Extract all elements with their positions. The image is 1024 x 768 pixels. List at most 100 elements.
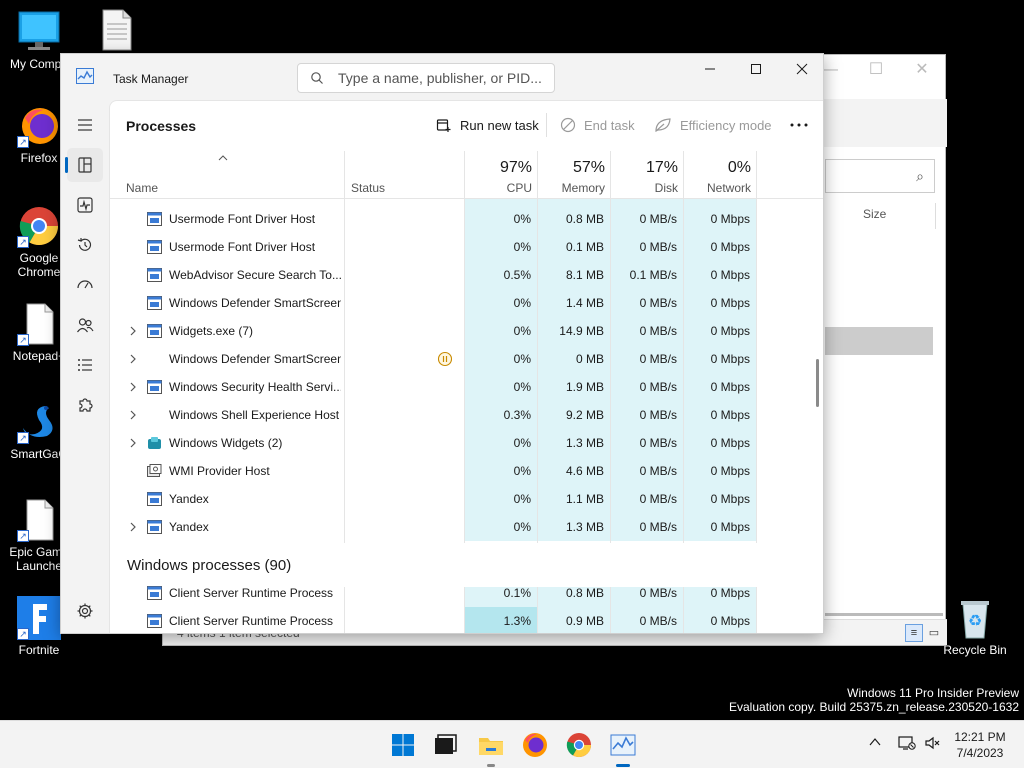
nav-startup-apps[interactable] (67, 268, 103, 302)
nav-services[interactable] (67, 388, 103, 422)
volume-button[interactable] (924, 735, 940, 754)
network-value: 0 Mbps (710, 520, 750, 534)
tiles-view-icon[interactable]: ▭ (925, 624, 943, 642)
efficiency-mode-button[interactable]: Efficiency mode (654, 117, 772, 133)
table-row[interactable]: Windows Widgets (2) 0% 1.3 MB 0 MB/s 0 Mbps (110, 429, 810, 457)
table-row[interactable]: Widgets.exe (7) 0% 14.9 MB 0 MB/s 0 Mbps (110, 317, 810, 345)
desktop-icon-recycle-bin[interactable]: ♻ Recycle Bin (936, 596, 1014, 657)
close-button[interactable] (779, 54, 823, 84)
column-header-memory[interactable]: 57% Memory (538, 151, 611, 199)
command-bar: Processes Run new task End task Efficien… (110, 101, 823, 151)
cpu-value: 0% (513, 380, 531, 394)
end-task-button[interactable]: End task (560, 117, 635, 133)
column-header-row: Name Status 97% CPU 57% Memory 17% Disk … (110, 151, 823, 199)
table-row[interactable]: Client Server Runtime Process 0.1% 0.8 MB 0… (110, 579, 810, 607)
table-row[interactable]: WebAdvisor Secure Search To... 0.5% 8.1 MB… (110, 261, 810, 289)
column-divider[interactable] (464, 151, 465, 199)
chevron-right-icon[interactable] (128, 521, 138, 533)
table-row[interactable]: Windows Shell Experience Host 0.3% 9.2 MB 0… (110, 401, 810, 429)
taskbar-firefox[interactable] (520, 730, 550, 760)
table-row[interactable]: Yandex 0% 1.1 MB 0 MB/s 0 Mbps (110, 485, 810, 513)
chevron-right-icon[interactable] (128, 437, 138, 449)
explorer-search-box[interactable]: ⌕ (825, 159, 935, 193)
details-list-icon (78, 359, 92, 371)
window-icon (147, 268, 162, 282)
maximize-icon[interactable]: ☐ (853, 55, 899, 85)
column-header-network[interactable]: 0% Network (684, 151, 757, 199)
explorer-horizontal-scrollbar[interactable] (825, 613, 943, 616)
hamburger-menu-button[interactable] (67, 108, 103, 142)
memory-value: 1.3 MB (565, 436, 604, 450)
speaker-muted-icon (925, 736, 940, 750)
table-row[interactable]: Windows Security Health Servi... 0% 1.9 MB… (110, 373, 810, 401)
nav-details[interactable] (67, 348, 103, 382)
table-row[interactable]: Yandex 0% 1.3 MB 0 MB/s 0 Mbps (110, 513, 810, 541)
show-hidden-icons-button[interactable] (868, 735, 882, 752)
run-new-task-button[interactable]: Run new task (436, 117, 539, 133)
table-row[interactable]: Windows Defender SmartScreen 0% 0 MB 0 MB/s… (110, 345, 810, 373)
title-bar[interactable]: Task Manager (61, 54, 823, 100)
column-divider[interactable] (683, 151, 684, 199)
taskbar-clock[interactable]: 12:21 PM 7/4/2023 (950, 729, 1010, 761)
column-divider[interactable] (537, 151, 538, 199)
table-row[interactable]: Windows Defender SmartScreen 0% 1.4 MB 0 MB… (110, 289, 810, 317)
column-divider (935, 203, 936, 229)
taskbar-task-view[interactable] (430, 730, 460, 760)
table-row[interactable]: Client Server Runtime Process 1.3% 0.9 MB 0… (110, 607, 810, 633)
task-manager-window[interactable]: Task Manager Type a name, publisher, or … (60, 53, 824, 634)
search-input[interactable] (338, 69, 548, 87)
nav-processes[interactable] (65, 148, 103, 182)
services-puzzle-icon (79, 398, 93, 412)
memory-value: 9.2 MB (565, 408, 604, 422)
table-row[interactable]: Usermode Font Driver Host 0% 0.8 MB 0 MB/s 0… (110, 205, 810, 233)
column-divider[interactable] (610, 151, 611, 199)
users-icon (77, 318, 94, 333)
clock-time: 12:21 PM (954, 730, 1006, 744)
network-status-button[interactable] (898, 735, 916, 754)
taskbar-file-explorer[interactable] (476, 730, 506, 767)
column-divider[interactable] (344, 151, 345, 199)
nav-settings[interactable] (67, 594, 103, 628)
maximize-button[interactable] (733, 54, 779, 84)
nav-users[interactable] (67, 308, 103, 342)
vertical-scrollbar-thumb[interactable] (816, 359, 819, 407)
chevron-right-icon[interactable] (128, 325, 138, 337)
explorer-selected-row[interactable] (825, 327, 933, 355)
gear-icon (77, 603, 93, 619)
taskbar-task-manager[interactable] (608, 730, 638, 767)
close-icon[interactable]: ✕ (899, 55, 945, 85)
column-header-name[interactable]: Name (110, 151, 344, 199)
details-view-icon[interactable]: ≡ (905, 624, 923, 642)
start-button[interactable] (388, 730, 418, 760)
network-value: 0 Mbps (710, 380, 750, 394)
column-header-cpu[interactable]: 97% CPU (465, 151, 538, 199)
desktop-icon-file[interactable] (78, 8, 156, 55)
more-options-button[interactable] (788, 115, 810, 135)
chevron-right-icon[interactable] (128, 409, 138, 421)
table-row[interactable]: WMI Provider Host 0% 4.6 MB 0 MB/s 0 Mbps (110, 457, 810, 485)
startup-gauge-icon (77, 280, 93, 289)
svg-text:♻: ♻ (968, 611, 982, 630)
taskbar-chrome[interactable] (564, 730, 594, 760)
network-value: 0 Mbps (710, 614, 750, 628)
window-title: Task Manager (113, 72, 189, 86)
search-box[interactable] (297, 63, 555, 93)
shortcut-arrow-icon: ↗ (17, 628, 29, 640)
nav-performance[interactable] (67, 188, 103, 222)
document-icon (95, 8, 139, 52)
minimize-button[interactable] (687, 54, 733, 84)
explorer-size-column-header[interactable]: Size (863, 207, 886, 221)
firefox-icon: ↗ (17, 104, 61, 148)
pause-status-icon (437, 351, 453, 367)
chevron-right-icon[interactable] (128, 353, 138, 365)
memory-value: 14.9 MB (559, 324, 604, 338)
column-header-status[interactable]: Status (335, 151, 455, 199)
group-title: Windows processes (90) (127, 557, 292, 574)
column-divider[interactable] (756, 151, 757, 199)
column-header-disk[interactable]: 17% Disk (611, 151, 684, 199)
chevron-right-icon[interactable] (128, 381, 138, 393)
table-row[interactable]: Usermode Font Driver Host 0% 0.1 MB 0 MB/s 0… (110, 233, 810, 261)
fortnite-icon: ↗ (17, 596, 61, 640)
nav-app-history[interactable] (67, 228, 103, 262)
network-value: 0 Mbps (710, 268, 750, 282)
